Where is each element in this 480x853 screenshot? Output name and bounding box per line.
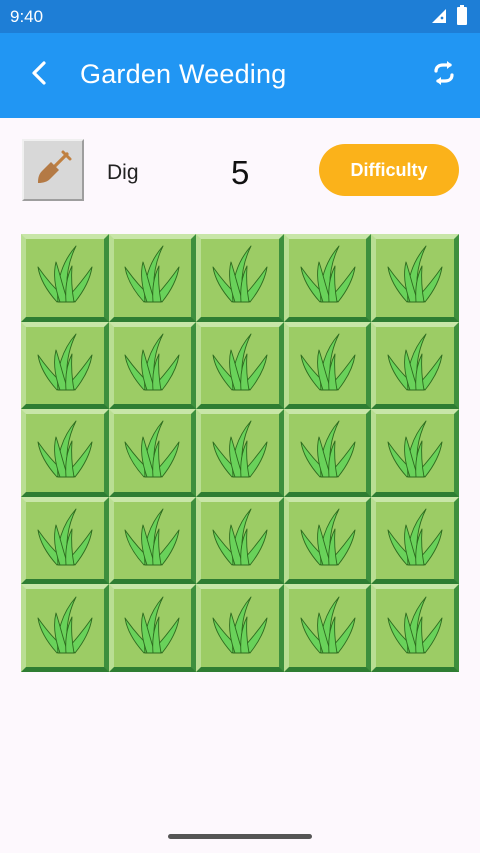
garden-tile[interactable]	[196, 496, 284, 585]
grass-icon	[30, 591, 100, 666]
back-button[interactable]	[22, 58, 56, 92]
status-bar: 9:40	[0, 0, 480, 33]
grass-icon	[30, 240, 100, 315]
grass-icon	[30, 503, 100, 578]
garden-tile[interactable]	[108, 496, 197, 585]
garden-tile[interactable]	[108, 234, 197, 322]
garden-tile[interactable]	[283, 409, 372, 497]
difficulty-button[interactable]: Difficulty	[319, 144, 459, 196]
garden-tile[interactable]	[371, 496, 459, 585]
garden-tile[interactable]	[21, 584, 109, 672]
garden-tile[interactable]	[283, 584, 372, 672]
garden-tile[interactable]	[283, 496, 372, 585]
grass-icon	[380, 503, 450, 578]
garden-tile[interactable]	[371, 584, 459, 672]
battery-icon	[456, 4, 468, 30]
grass-icon	[380, 415, 450, 490]
grass-icon	[117, 503, 187, 578]
grass-icon	[30, 328, 100, 403]
grass-icon	[293, 591, 363, 666]
refresh-button[interactable]	[426, 57, 462, 93]
page-title: Garden Weeding	[80, 59, 287, 89]
garden-tile[interactable]	[21, 496, 109, 585]
garden-tile[interactable]	[196, 584, 284, 672]
tool-row: Dig 5 Difficulty	[0, 118, 480, 228]
garden-tile[interactable]	[283, 321, 372, 410]
garden-tile[interactable]	[108, 409, 197, 497]
grass-icon	[293, 328, 363, 403]
garden-tile[interactable]	[283, 234, 372, 322]
dig-label: Dig	[107, 161, 139, 184]
grass-icon	[380, 328, 450, 403]
grass-icon	[380, 240, 450, 315]
garden-tile[interactable]	[196, 321, 284, 410]
grass-icon	[205, 415, 275, 490]
garden-tile[interactable]	[21, 234, 109, 322]
garden-tile[interactable]	[196, 234, 284, 322]
grass-icon	[205, 240, 275, 315]
remaining-counter: 5	[231, 154, 250, 191]
grass-icon	[293, 503, 363, 578]
grass-icon	[117, 328, 187, 403]
grass-icon	[205, 328, 275, 403]
grass-icon	[293, 415, 363, 490]
garden-tile[interactable]	[196, 409, 284, 497]
grass-icon	[117, 415, 187, 490]
status-icons	[430, 4, 468, 29]
garden-board	[21, 234, 459, 672]
grass-icon	[380, 591, 450, 666]
grass-icon	[117, 591, 187, 666]
status-time: 9:40	[10, 7, 44, 26]
garden-tile[interactable]	[371, 321, 459, 410]
garden-tile[interactable]	[371, 234, 459, 322]
app-bar: Garden Weeding	[0, 33, 480, 118]
home-indicator[interactable]	[168, 834, 312, 839]
back-arrow-icon	[28, 60, 50, 91]
signal-icon	[430, 6, 448, 29]
grass-icon	[205, 591, 275, 666]
dig-tool-button[interactable]	[22, 139, 84, 201]
garden-tile[interactable]	[108, 584, 197, 672]
grass-icon	[293, 240, 363, 315]
garden-tile[interactable]	[108, 321, 197, 410]
shovel-icon	[33, 148, 73, 193]
grass-icon	[117, 240, 187, 315]
garden-tile[interactable]	[21, 321, 109, 410]
refresh-icon	[431, 60, 457, 91]
garden-tile[interactable]	[21, 409, 109, 497]
grass-icon	[205, 503, 275, 578]
grass-icon	[30, 415, 100, 490]
garden-tile[interactable]	[371, 409, 459, 497]
